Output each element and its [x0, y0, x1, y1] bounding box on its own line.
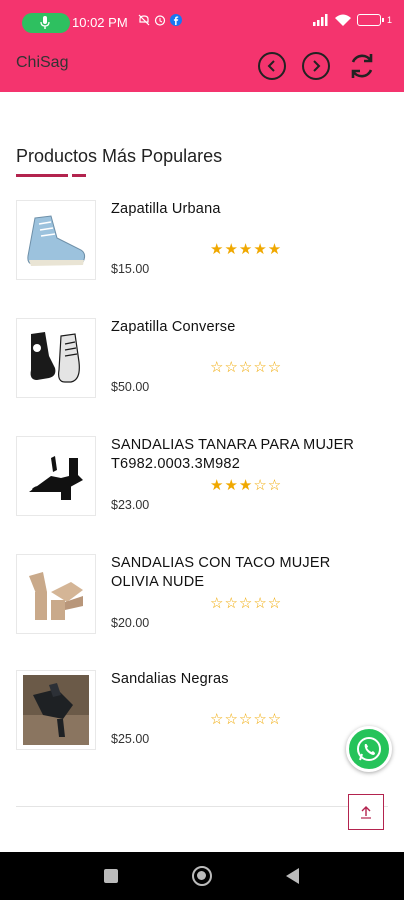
battery-level: 1: [386, 15, 392, 25]
app-bar: ChiSag: [0, 44, 404, 92]
product-rating: ☆☆☆☆☆: [210, 595, 283, 612]
product-image[interactable]: [16, 670, 96, 750]
divider: [16, 806, 388, 807]
product-price: $20.00: [111, 616, 150, 630]
facebook-icon: [170, 14, 182, 26]
battery-icon: [356, 14, 384, 26]
product-image[interactable]: [16, 318, 96, 398]
sandal-nude-icon: [29, 572, 83, 620]
product-rating: ★★★★★: [210, 241, 283, 258]
whatsapp-icon: [357, 737, 381, 761]
sandal-black-icon: [29, 456, 83, 500]
product-rating: ★★★☆☆: [210, 477, 283, 494]
alarm-icon: [154, 15, 166, 26]
title-underline-accent: [72, 174, 86, 177]
refresh-icon[interactable]: [346, 50, 378, 82]
title-underline: [16, 174, 68, 177]
product-price: $15.00: [111, 262, 150, 276]
product-card[interactable]: SANDALIAS TANARA PARA MUJER T6982.0003.3…: [16, 436, 376, 526]
next-button[interactable]: [302, 52, 330, 80]
product-image[interactable]: [16, 436, 96, 516]
recents-icon[interactable]: [104, 869, 118, 883]
product-name[interactable]: SANDALIAS TANARA PARA MUJER T6982.0003.3…: [111, 436, 381, 474]
product-price: $25.00: [111, 732, 150, 746]
scroll-top-button[interactable]: [348, 794, 384, 830]
converse-icon: [30, 332, 80, 383]
product-name[interactable]: SANDALIAS CON TACO MUJER OLIVIA NUDE: [111, 554, 381, 592]
previous-button[interactable]: [258, 52, 286, 80]
system-nav-bar: [0, 852, 404, 900]
app-title: ChiSag: [16, 54, 69, 71]
product-rating: ☆☆☆☆☆: [210, 359, 283, 376]
mic-icon: [40, 16, 50, 29]
sneaker-icon: [27, 215, 86, 266]
chevron-right-icon: [313, 60, 321, 72]
arrow-up-icon: [361, 806, 371, 819]
wifi-icon: [334, 14, 351, 26]
product-price: $50.00: [111, 380, 150, 394]
status-time: 10:02 PM: [72, 15, 128, 30]
home-icon[interactable]: [192, 866, 212, 886]
product-image[interactable]: [16, 200, 96, 280]
product-card[interactable]: SANDALIAS CON TACO MUJER OLIVIA NUDE ☆☆☆…: [16, 554, 376, 644]
product-rating: ☆☆☆☆☆: [210, 711, 283, 728]
product-card[interactable]: Zapatilla Urbana ★★★★★ $15.00: [16, 200, 376, 290]
product-name[interactable]: Zapatilla Converse: [111, 318, 381, 337]
section-title: Productos Más Populares: [16, 146, 223, 166]
back-icon[interactable]: [286, 868, 299, 884]
mute-icon: [138, 14, 150, 26]
mic-indicator[interactable]: [22, 13, 70, 33]
product-image[interactable]: [16, 554, 96, 634]
product-card[interactable]: Sandalias Negras ☆☆☆☆☆ $25.00: [16, 670, 376, 760]
chevron-left-icon: [267, 60, 275, 72]
whatsapp-button[interactable]: [346, 726, 392, 772]
product-card[interactable]: Zapatilla Converse ☆☆☆☆☆ $50.00: [16, 318, 376, 408]
signal-icon: [312, 14, 328, 26]
status-bar: 10:02 PM 1: [0, 0, 404, 44]
product-price: $23.00: [111, 498, 150, 512]
product-name[interactable]: Sandalias Negras: [111, 670, 381, 689]
product-name[interactable]: Zapatilla Urbana: [111, 200, 381, 219]
sandal-negra-icon: [23, 675, 89, 745]
